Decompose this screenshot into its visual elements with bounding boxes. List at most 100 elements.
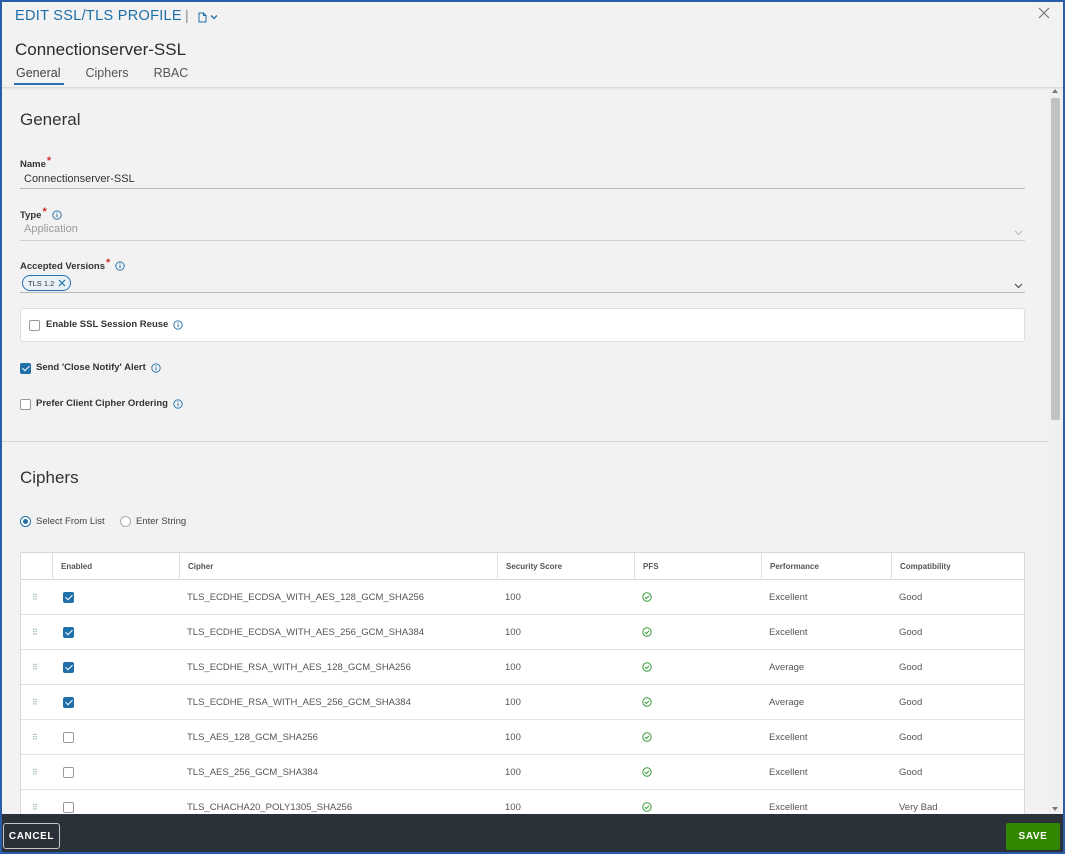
prefer-client-cipher-ordering-checkbox[interactable] <box>20 399 31 410</box>
table-row[interactable]: ⠿ TLS_ECDHE_RSA_WITH_AES_256_GCM_SHA384 10… <box>21 685 1024 720</box>
performance-cell: Excellent <box>769 591 808 603</box>
security-score-cell: 100 <box>505 766 521 778</box>
check-circle-icon <box>642 767 652 777</box>
enabled-cell <box>52 615 179 650</box>
select-from-list-radio[interactable] <box>20 516 31 527</box>
cipher-enabled-checkbox[interactable] <box>63 591 74 603</box>
column-header-cipher[interactable]: Cipher <box>179 553 497 580</box>
security-score-cell: 100 <box>505 661 521 673</box>
check-circle-icon <box>642 697 652 707</box>
cipher-name-cell: TLS_AES_128_GCM_SHA256 <box>187 731 318 743</box>
checkbox-label-text: Send 'Close Notify' Alert <box>36 362 146 373</box>
drag-handle-icon[interactable]: ⠿ <box>21 650 52 685</box>
required-marker: * <box>46 155 52 167</box>
cipher-name-cell: TLS_ECDHE_ECDSA_WITH_AES_256_GCM_SHA384 <box>187 626 425 638</box>
name-input-underline <box>20 188 1025 189</box>
compatibility-cell: Good <box>899 626 923 638</box>
drag-handle-icon[interactable]: ⠿ <box>21 720 52 755</box>
required-marker: * <box>42 206 47 218</box>
cipher-name-cell: TLS_ECDHE_RSA_WITH_AES_128_GCM_SHA256 <box>187 661 411 673</box>
info-icon[interactable] <box>173 398 183 409</box>
info-icon[interactable] <box>151 362 161 373</box>
prefer-client-cipher-ordering-label: Prefer Client Cipher Ordering <box>36 398 183 409</box>
select-from-list-label: Select From List <box>36 516 105 527</box>
column-header-security-score[interactable]: Security Score <box>497 553 634 580</box>
name-input[interactable]: Connectionserver-SSL <box>24 173 135 185</box>
column-header-enabled[interactable]: Enabled <box>52 553 179 580</box>
dialog-footer: CANCEL SAVE <box>2 814 1063 852</box>
enable-ssl-session-reuse-checkbox[interactable] <box>29 320 40 331</box>
column-header-performance[interactable]: Performance <box>761 553 891 580</box>
enter-string-radio[interactable] <box>120 516 131 527</box>
tab-ciphers[interactable]: Ciphers <box>85 66 128 86</box>
tag-label: TLS 1.2 <box>28 278 55 288</box>
enter-string-label: Enter String <box>136 516 187 527</box>
cipher-enabled-checkbox[interactable] <box>63 801 74 813</box>
compatibility-cell: Good <box>899 591 923 603</box>
table-row[interactable]: ⠿ TLS_AES_128_GCM_SHA256 100 Excellent Good <box>21 720 1024 755</box>
cipher-name-cell: TLS_ECDHE_RSA_WITH_AES_256_GCM_SHA384 <box>187 696 411 708</box>
info-icon[interactable] <box>173 319 183 330</box>
table-row[interactable]: ⠿ TLS_ECDHE_ECDSA_WITH_AES_256_GCM_SHA384… <box>21 615 1024 650</box>
enable-ssl-session-reuse-label: Enable SSL Session Reuse <box>46 319 183 330</box>
check-circle-icon <box>642 802 652 812</box>
type-select[interactable]: Application <box>24 223 78 235</box>
send-close-notify-checkbox[interactable] <box>20 363 31 374</box>
cipher-enabled-checkbox[interactable] <box>63 626 74 638</box>
check-circle-icon <box>642 627 652 637</box>
security-score-cell: 100 <box>505 696 521 708</box>
document-menu-button[interactable] <box>198 9 226 25</box>
scroll-thumb[interactable] <box>1051 98 1060 420</box>
scroll-down-arrow-icon[interactable] <box>1052 807 1058 811</box>
cipher-enabled-checkbox[interactable] <box>63 696 74 708</box>
cipher-name-cell: TLS_AES_256_GCM_SHA384 <box>187 766 318 778</box>
cipher-name-cell: TLS_ECDHE_ECDSA_WITH_AES_128_GCM_SHA256 <box>187 591 425 603</box>
pfs-cell <box>634 615 761 650</box>
chevron-down-icon[interactable] <box>1014 283 1023 289</box>
enabled-cell <box>52 650 179 685</box>
performance-cell: Excellent <box>769 731 808 743</box>
enabled-cell <box>52 685 179 720</box>
compatibility-cell: Good <box>899 731 923 743</box>
content-scrollbar[interactable] <box>1048 89 1063 816</box>
performance-cell: Excellent <box>769 766 808 778</box>
grid-header: Enabled Cipher Security Score PFS Perfor… <box>21 553 1024 580</box>
info-icon[interactable] <box>52 210 62 220</box>
table-row[interactable]: ⠿ TLS_ECDHE_ECDSA_WITH_AES_128_GCM_SHA256… <box>21 580 1024 615</box>
security-score-cell: 100 <box>505 591 521 603</box>
profile-name-heading: Connectionserver-SSL <box>15 40 187 59</box>
column-header-pfs[interactable]: PFS <box>634 553 761 580</box>
compatibility-cell: Good <box>899 696 923 708</box>
ciphers-section-title: Ciphers <box>20 468 79 487</box>
required-marker: * <box>106 257 111 269</box>
cipher-enabled-checkbox[interactable] <box>63 661 74 673</box>
drag-column-header <box>21 553 52 580</box>
ciphers-grid: Enabled Cipher Security Score PFS Perfor… <box>20 552 1025 826</box>
tab-rbac[interactable]: RBAC <box>154 66 189 86</box>
info-icon[interactable] <box>115 261 125 271</box>
type-select-underline <box>20 240 1025 241</box>
drag-handle-icon[interactable]: ⠿ <box>21 615 52 650</box>
cipher-enabled-checkbox[interactable] <box>63 766 74 778</box>
tab-general[interactable]: General <box>13 66 66 86</box>
name-field-label: Name * <box>20 155 52 170</box>
drag-handle-icon[interactable]: ⠿ <box>21 580 52 615</box>
dialog-title: EDIT SSL/TLS PROFILE <box>15 8 182 24</box>
name-label-text: Name <box>20 158 46 170</box>
save-button[interactable]: SAVE <box>1006 823 1060 850</box>
remove-tag-icon[interactable] <box>58 279 66 287</box>
table-row[interactable]: ⠿ TLS_AES_256_GCM_SHA384 100 Excellent Good <box>21 755 1024 790</box>
column-header-compatibility[interactable]: Compatibility <box>891 553 1024 580</box>
cancel-button[interactable]: CANCEL <box>3 823 60 849</box>
drag-handle-icon[interactable]: ⠿ <box>21 755 52 790</box>
performance-cell: Average <box>769 696 805 708</box>
scroll-up-arrow-icon[interactable] <box>1052 89 1058 93</box>
check-circle-icon <box>642 732 652 742</box>
security-score-cell: 100 <box>505 626 521 638</box>
close-icon[interactable] <box>1036 5 1052 21</box>
cipher-enabled-checkbox[interactable] <box>63 731 74 743</box>
drag-handle-icon[interactable]: ⠿ <box>21 685 52 720</box>
compatibility-cell: Good <box>899 661 923 673</box>
section-divider <box>2 441 1048 442</box>
table-row[interactable]: ⠿ TLS_ECDHE_RSA_WITH_AES_128_GCM_SHA256 10… <box>21 650 1024 685</box>
